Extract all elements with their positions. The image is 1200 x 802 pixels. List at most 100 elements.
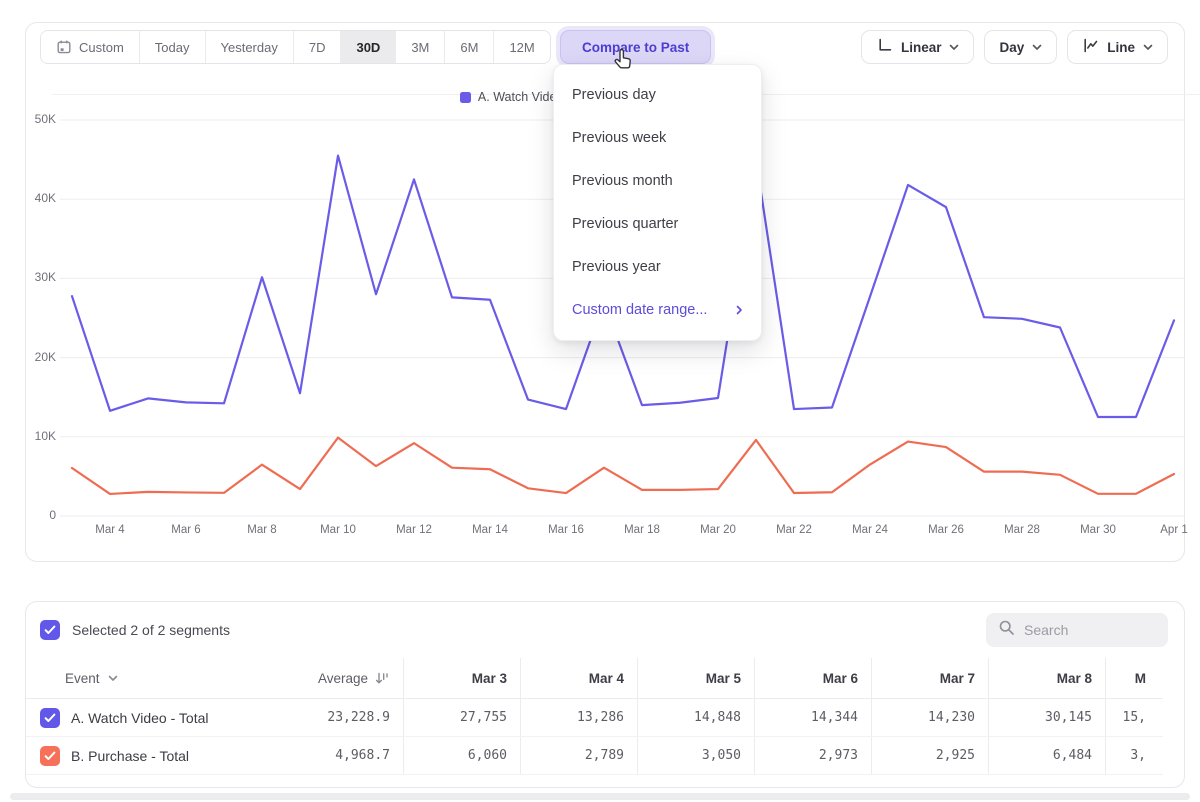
column-header-date: Mar 4 bbox=[520, 658, 637, 698]
range-label: Custom bbox=[79, 40, 124, 55]
value-cell: 3, bbox=[1105, 737, 1159, 774]
segment-row-label[interactable]: A. Watch Video - Total bbox=[26, 699, 285, 736]
y-axis-tick: 0 bbox=[14, 508, 56, 522]
range-button-7d[interactable]: 7D bbox=[294, 31, 342, 63]
y-axis-tick: 40K bbox=[14, 191, 56, 205]
value-cell: 14,344 bbox=[754, 699, 871, 736]
chart-type-label: Line bbox=[1107, 40, 1135, 55]
date-header-label: Mar 7 bbox=[940, 671, 975, 686]
x-axis-tick: Mar 8 bbox=[231, 524, 293, 536]
value-cell: 15, bbox=[1105, 699, 1159, 736]
x-axis-tick: Mar 20 bbox=[687, 524, 749, 536]
y-axis-tick: 30K bbox=[14, 270, 56, 284]
axis-scale-icon bbox=[876, 37, 893, 57]
x-axis-tick: Mar 18 bbox=[611, 524, 673, 536]
segment-checkbox[interactable] bbox=[40, 708, 60, 728]
value-cell: 4,968.7 bbox=[285, 737, 403, 774]
segment-checkbox[interactable] bbox=[40, 746, 60, 766]
scale-dropdown-button[interactable]: Linear bbox=[861, 30, 975, 64]
segments-bar: Selected 2 of 2 segments bbox=[26, 602, 1184, 658]
segments-table-card: Selected 2 of 2 segments Event Average Mar… bbox=[25, 601, 1185, 788]
column-header-date: Mar 8 bbox=[988, 658, 1105, 698]
x-axis-tick: Mar 22 bbox=[763, 524, 825, 536]
value-cell: 6,484 bbox=[988, 737, 1105, 774]
range-button-6m[interactable]: 6M bbox=[445, 31, 494, 63]
average-header-label: Average bbox=[318, 671, 368, 686]
menu-item-previous-quarter[interactable]: Previous quarter bbox=[554, 202, 761, 245]
column-header-average[interactable]: Average bbox=[285, 658, 403, 698]
date-header-label: Mar 3 bbox=[472, 671, 507, 686]
menu-item-previous-week[interactable]: Previous week bbox=[554, 116, 761, 159]
chevron-down-icon bbox=[1032, 44, 1042, 51]
select-all-checkbox[interactable] bbox=[40, 620, 60, 640]
scale-label: Linear bbox=[901, 40, 942, 55]
x-axis-tick: Mar 10 bbox=[307, 524, 369, 536]
value-cell: 23,228.9 bbox=[285, 699, 403, 736]
x-axis-tick: Mar 30 bbox=[1067, 524, 1129, 536]
column-header-date: Mar 3 bbox=[403, 658, 520, 698]
menu-item-previous-year[interactable]: Previous year bbox=[554, 245, 761, 288]
y-axis-tick: 20K bbox=[14, 350, 56, 364]
chevron-down-icon bbox=[949, 44, 959, 51]
value-cell: 2,925 bbox=[871, 737, 988, 774]
x-axis-tick: Mar 28 bbox=[991, 524, 1053, 536]
column-header-date: Mar 6 bbox=[754, 658, 871, 698]
table-header-row: EventAverageMar 3Mar 4Mar 5Mar 6Mar 7Mar… bbox=[26, 658, 1163, 699]
segments-table: EventAverageMar 3Mar 4Mar 5Mar 6Mar 7Mar… bbox=[26, 658, 1163, 775]
menu-item-custom-date-range[interactable]: Custom date range... bbox=[554, 288, 761, 331]
value-cell: 6,060 bbox=[403, 737, 520, 774]
column-header-event[interactable]: Event bbox=[26, 658, 285, 698]
event-header-label: Event bbox=[65, 671, 100, 686]
range-button-30d[interactable]: 30D bbox=[341, 31, 396, 63]
horizontal-scrollbar[interactable] bbox=[10, 793, 1190, 800]
value-cell: 30,145 bbox=[988, 699, 1105, 736]
range-label: 6M bbox=[460, 40, 478, 55]
custom-date-range-label: Custom date range... bbox=[572, 302, 707, 318]
date-header-label: Mar 6 bbox=[823, 671, 858, 686]
search-box bbox=[986, 613, 1168, 647]
segment-name: B. Purchase - Total bbox=[71, 748, 189, 764]
y-axis-tick: 50K bbox=[14, 112, 56, 126]
range-button-3m[interactable]: 3M bbox=[396, 31, 445, 63]
range-label: 12M bbox=[509, 40, 534, 55]
compare-to-past-menu: Previous dayPrevious weekPrevious monthP… bbox=[553, 64, 762, 341]
compare-to-past-button[interactable]: Compare to Past bbox=[560, 30, 711, 64]
table-row: A. Watch Video - Total23,228.927,75513,2… bbox=[26, 699, 1163, 737]
chart-type-dropdown-button[interactable]: Line bbox=[1067, 30, 1168, 64]
chevron-right-icon bbox=[736, 305, 743, 315]
menu-item-previous-month[interactable]: Previous month bbox=[554, 159, 761, 202]
x-axis-tick: Mar 26 bbox=[915, 524, 977, 536]
column-header-date: M bbox=[1105, 658, 1159, 698]
interval-label: Day bbox=[999, 40, 1024, 55]
range-button-custom[interactable]: Custom bbox=[41, 31, 140, 63]
sort-descending-icon bbox=[375, 672, 390, 685]
range-button-12m[interactable]: 12M bbox=[494, 31, 549, 63]
x-axis-tick: Apr 1 bbox=[1143, 524, 1200, 536]
range-label: Yesterday bbox=[221, 40, 278, 55]
date-header-label: Mar 8 bbox=[1057, 671, 1092, 686]
date-header-label: M bbox=[1135, 671, 1146, 686]
date-range-control: Custom Today Yesterday 7D30D 3M 6M 12M bbox=[40, 30, 551, 64]
value-cell: 13,286 bbox=[520, 699, 637, 736]
range-label: 3M bbox=[411, 40, 429, 55]
line-chart-icon bbox=[1082, 37, 1099, 57]
segment-row-label[interactable]: B. Purchase - Total bbox=[26, 737, 285, 774]
table-row: B. Purchase - Total4,968.76,0602,7893,05… bbox=[26, 737, 1163, 775]
range-button-yesterday[interactable]: Yesterday bbox=[206, 31, 294, 63]
y-axis-tick: 10K bbox=[14, 429, 56, 443]
range-label: Today bbox=[155, 40, 190, 55]
search-icon bbox=[998, 619, 1015, 641]
x-axis-tick: Mar 4 bbox=[79, 524, 141, 536]
value-cell: 3,050 bbox=[637, 737, 754, 774]
value-cell: 27,755 bbox=[403, 699, 520, 736]
value-cell: 14,848 bbox=[637, 699, 754, 736]
search-input[interactable] bbox=[1024, 622, 1154, 638]
range-button-today[interactable]: Today bbox=[140, 31, 206, 63]
x-axis-tick: Mar 6 bbox=[155, 524, 217, 536]
legend-swatch bbox=[460, 92, 471, 103]
date-header-label: Mar 4 bbox=[589, 671, 624, 686]
value-cell: 2,973 bbox=[754, 737, 871, 774]
interval-dropdown-button[interactable]: Day bbox=[984, 30, 1057, 64]
menu-item-previous-day[interactable]: Previous day bbox=[554, 73, 761, 116]
x-axis-tick: Mar 12 bbox=[383, 524, 445, 536]
